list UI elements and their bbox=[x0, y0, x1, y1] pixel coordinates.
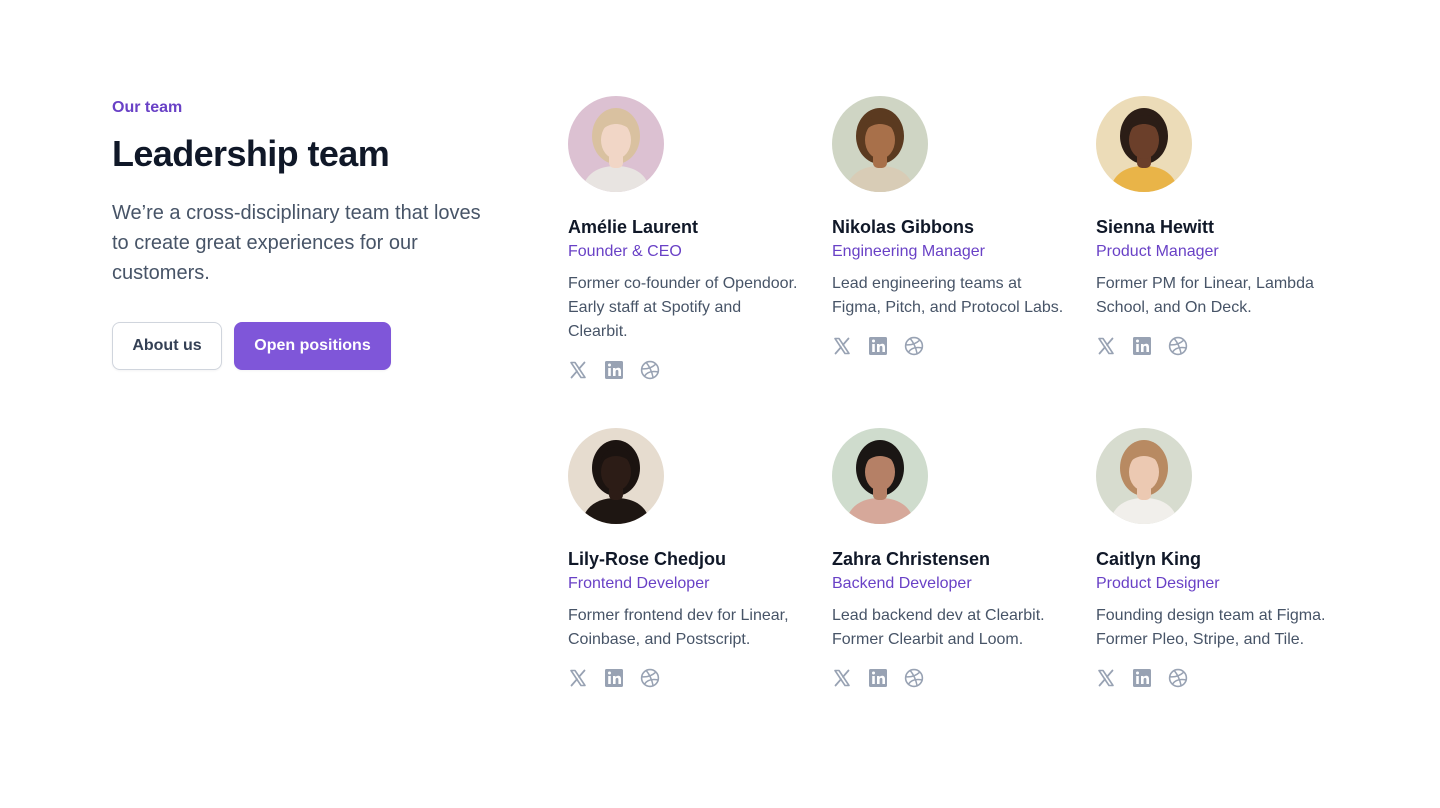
portrait-illustration bbox=[1096, 96, 1192, 192]
avatar bbox=[832, 96, 928, 192]
section-title: Leadership team bbox=[112, 133, 390, 174]
member-role: Product Designer bbox=[1096, 575, 1220, 592]
member-bio: Former PM for Linear, Lambda School, and… bbox=[1096, 275, 1314, 316]
intro-block: Our team Leadership team We’re a cross-d… bbox=[112, 98, 492, 370]
social-links bbox=[1096, 336, 1332, 356]
dribbble-icon[interactable] bbox=[904, 668, 924, 688]
team-member-card: Zahra Christensen Backend Developer Lead… bbox=[832, 428, 1096, 728]
portrait-illustration bbox=[832, 96, 928, 192]
x-icon[interactable] bbox=[832, 668, 852, 688]
team-member-card: Lily-Rose Chedjou Frontend Developer For… bbox=[568, 428, 832, 728]
member-name: Lily-Rose Chedjou bbox=[568, 549, 727, 569]
open-positions-button[interactable]: Open positions bbox=[234, 322, 391, 370]
team-member-card: Amélie Laurent Founder & CEO Former co-f… bbox=[568, 96, 832, 428]
member-name: Caitlyn King bbox=[1096, 549, 1202, 569]
member-bio: Former frontend dev for Linear, Coinbase… bbox=[568, 607, 789, 648]
member-bio: Lead engineering teams at Figma, Pitch, … bbox=[832, 275, 1064, 316]
avatar bbox=[832, 428, 928, 524]
social-links bbox=[568, 668, 832, 688]
linkedin-icon[interactable] bbox=[1132, 336, 1152, 356]
social-links bbox=[832, 336, 1096, 356]
about-us-button[interactable]: About us bbox=[112, 322, 222, 370]
member-name: Nikolas Gibbons bbox=[832, 217, 975, 237]
member-role: Frontend Developer bbox=[568, 575, 710, 592]
dribbble-icon[interactable] bbox=[640, 360, 660, 380]
portrait-illustration bbox=[832, 428, 928, 524]
social-links bbox=[568, 360, 832, 380]
team-grid: Amélie Laurent Founder & CEO Former co-f… bbox=[568, 96, 1332, 728]
x-icon[interactable] bbox=[568, 360, 588, 380]
social-links bbox=[1096, 668, 1332, 688]
portrait-illustration bbox=[1096, 428, 1192, 524]
member-name: Zahra Christensen bbox=[832, 549, 991, 569]
team-section: Our team Leadership team We’re a cross-d… bbox=[0, 0, 1440, 808]
team-member-card: Nikolas Gibbons Engineering Manager Lead… bbox=[832, 96, 1096, 428]
linkedin-icon[interactable] bbox=[868, 336, 888, 356]
member-role: Engineering Manager bbox=[832, 243, 985, 260]
dribbble-icon[interactable] bbox=[640, 668, 660, 688]
team-member-card: Sienna Hewitt Product Manager Former PM … bbox=[1096, 96, 1332, 428]
linkedin-icon[interactable] bbox=[1132, 668, 1152, 688]
member-name: Sienna Hewitt bbox=[1096, 217, 1215, 237]
social-links bbox=[832, 668, 1096, 688]
member-bio: Founding design team at Figma. Former Pl… bbox=[1096, 607, 1326, 648]
dribbble-icon[interactable] bbox=[1168, 336, 1188, 356]
avatar bbox=[568, 428, 664, 524]
portrait-illustration bbox=[568, 428, 664, 524]
x-icon[interactable] bbox=[568, 668, 588, 688]
x-icon[interactable] bbox=[1096, 336, 1116, 356]
section-description: We’re a cross-disciplinary team that lov… bbox=[112, 202, 481, 284]
member-bio: Former co-founder of Opendoor. Early sta… bbox=[568, 275, 798, 340]
dribbble-icon[interactable] bbox=[1168, 668, 1188, 688]
x-icon[interactable] bbox=[832, 336, 852, 356]
member-name: Amélie Laurent bbox=[568, 217, 699, 237]
linkedin-icon[interactable] bbox=[604, 668, 624, 688]
member-role: Product Manager bbox=[1096, 243, 1219, 260]
member-role: Founder & CEO bbox=[568, 243, 682, 260]
member-bio: Lead backend dev at Clearbit. Former Cle… bbox=[832, 607, 1045, 648]
avatar bbox=[1096, 428, 1192, 524]
dribbble-icon[interactable] bbox=[904, 336, 924, 356]
avatar bbox=[1096, 96, 1192, 192]
action-buttons: About us Open positions bbox=[112, 322, 492, 370]
portrait-illustration bbox=[568, 96, 664, 192]
avatar bbox=[568, 96, 664, 192]
member-role: Backend Developer bbox=[832, 575, 972, 592]
section-eyebrow: Our team bbox=[112, 99, 183, 116]
team-member-card: Caitlyn King Product Designer Founding d… bbox=[1096, 428, 1332, 728]
x-icon[interactable] bbox=[1096, 668, 1116, 688]
linkedin-icon[interactable] bbox=[868, 668, 888, 688]
linkedin-icon[interactable] bbox=[604, 360, 624, 380]
